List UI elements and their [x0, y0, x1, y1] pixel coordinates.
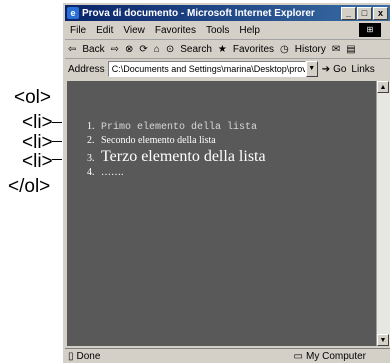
stop-icon[interactable]: ⊗: [125, 44, 133, 55]
list-item-text: …….: [101, 167, 124, 178]
go-arrow-icon[interactable]: ➔: [322, 64, 330, 75]
menu-bar: File Edit View Favorites Tools Help ⊞: [65, 22, 390, 40]
list-item-3: 3. Terzo elemento della lista: [87, 148, 266, 166]
list-item-2: 2. Secondo elemento della lista: [87, 135, 216, 146]
status-text: Done: [76, 351, 101, 362]
scroll-down-icon[interactable]: ▼: [377, 334, 389, 346]
list-item-text: Secondo elemento della lista: [101, 135, 216, 146]
li-label-2: <li>: [22, 132, 53, 153]
list-item-text: Terzo elemento della lista: [101, 148, 266, 165]
history-icon: ◷: [280, 43, 289, 55]
list-item-4: 4. …….: [87, 167, 124, 178]
favorites-icon: ★: [217, 43, 227, 55]
ol-close-label: </ol>: [8, 176, 51, 197]
links-button[interactable]: Links: [351, 64, 374, 75]
favorites-button[interactable]: Favorites: [233, 44, 274, 55]
minimize-button[interactable]: _: [341, 6, 356, 20]
computer-icon: ▭: [293, 351, 303, 362]
home-icon[interactable]: ⌂: [154, 44, 160, 55]
close-button[interactable]: x: [373, 6, 388, 20]
status-bar: ▯ Done ▭ My Computer: [65, 348, 390, 364]
menu-file[interactable]: File: [70, 25, 86, 36]
mail-icon[interactable]: ✉: [332, 44, 340, 55]
back-button[interactable]: Back: [82, 44, 104, 55]
title-bar: e Prova di documento - Microsoft Interne…: [65, 5, 390, 21]
list-number: 4.: [87, 167, 95, 178]
forward-arrow-icon[interactable]: ⇨: [111, 44, 119, 55]
address-bar: Address C:\Documents and Settings\marina…: [65, 59, 390, 79]
go-button[interactable]: Go: [333, 64, 346, 75]
page-content: 1. Primo elemento della lista 2. Secondo e…: [67, 81, 376, 346]
menu-help[interactable]: Help: [239, 25, 260, 36]
windows-logo-icon: ⊞: [359, 23, 381, 37]
list-number: 2.: [87, 135, 95, 146]
list-item-text: Primo elemento della lista: [101, 122, 258, 133]
print-icon[interactable]: ▤: [346, 44, 355, 55]
address-dropdown-icon[interactable]: ▼: [305, 61, 318, 77]
address-label: Address: [68, 63, 105, 75]
history-button[interactable]: History: [295, 44, 326, 55]
vertical-scrollbar[interactable]: ▲ ▼: [376, 81, 390, 346]
scroll-up-icon[interactable]: ▲: [377, 81, 389, 93]
li-label-3: <li>: [22, 151, 53, 172]
ie-icon: e: [67, 7, 79, 19]
menu-view[interactable]: View: [123, 25, 145, 36]
browser-window: e Prova di documento - Microsoft Interne…: [62, 2, 390, 363]
address-field[interactable]: C:\Documents and Settings\marina\Desktop…: [107, 61, 306, 77]
page-icon: ▯: [68, 351, 74, 362]
list-number: 1.: [87, 121, 95, 132]
zone-text: My Computer: [305, 351, 366, 362]
menu-favorites[interactable]: Favorites: [155, 25, 196, 36]
toolbar: ⇦ Back ⇨ ⊗ ⟳ ⌂ ⊙ Search ★ Favorites ◷ Hi…: [65, 40, 390, 59]
li-label-1: <li>: [22, 112, 53, 133]
window-title: Prova di documento - Microsoft Internet …: [82, 7, 315, 19]
back-arrow-icon[interactable]: ⇦: [68, 44, 76, 55]
list-number: 3.: [87, 153, 95, 164]
menu-edit[interactable]: Edit: [96, 25, 113, 36]
search-icon: ⊙: [165, 43, 175, 55]
list-item-1: 1. Primo elemento della lista: [87, 121, 257, 133]
search-button[interactable]: Search: [180, 44, 212, 55]
menu-tools[interactable]: Tools: [206, 25, 229, 36]
refresh-icon[interactable]: ⟳: [139, 44, 147, 55]
maximize-button[interactable]: □: [357, 6, 372, 20]
ol-open-label: <ol>: [14, 87, 51, 108]
